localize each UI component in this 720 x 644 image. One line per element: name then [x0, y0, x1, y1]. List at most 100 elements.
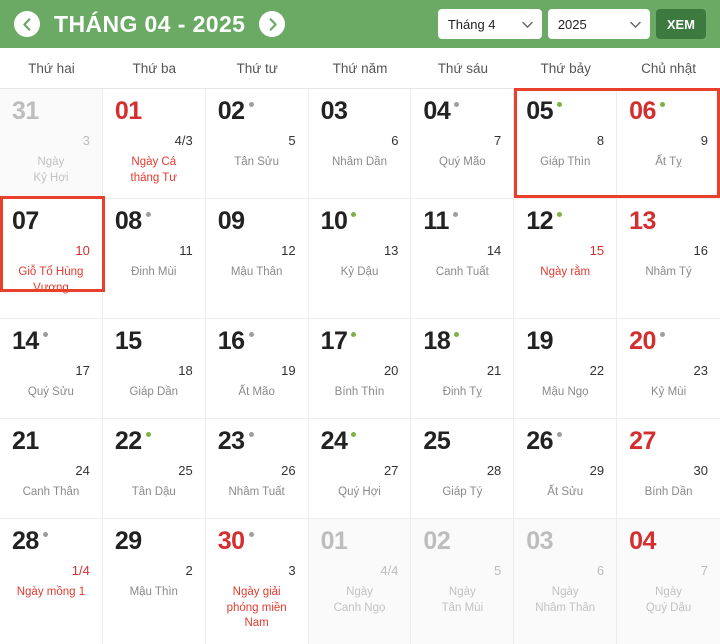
lunar-day-number: 22 — [589, 363, 605, 378]
lunar-day-number: 14 — [486, 243, 502, 258]
day-number-row: 27 — [629, 429, 708, 454]
calendar-day-cell[interactable]: 14 17 Quý Sửu — [0, 319, 103, 419]
day-note-text: Ngày Quý Dậu — [645, 586, 692, 614]
calendar-day-cell[interactable]: 21 24 Canh Thân — [0, 419, 103, 519]
day-number-row: 23 — [218, 429, 296, 454]
event-dot-icon — [660, 532, 665, 537]
calendar-controls: Tháng 4 2025 XEM — [437, 9, 706, 39]
solar-day-number: 28 — [12, 527, 39, 555]
calendar-day-cell[interactable]: 10 13 Kỷ Dậu — [308, 199, 412, 319]
solar-day-number: 18 — [423, 327, 451, 355]
day-number-row: 19 — [526, 329, 604, 354]
calendar-day-cell[interactable]: 04 7 Ngày Quý Dậu — [617, 519, 720, 644]
solar-day-number: 15 — [114, 327, 142, 355]
calendar-day-cell[interactable]: 05 8 Giáp Thìn — [514, 89, 618, 199]
weekday-header-1: Thứ ba — [132, 60, 177, 76]
day-note-text: Ngày Canh Ngọ — [333, 586, 386, 614]
calendar-day-cell[interactable]: 04 7 Quý Mão — [411, 89, 515, 199]
calendar-day-cell[interactable]: 02 5 Ngày Tân Mùi — [411, 519, 515, 644]
lunar-day-number: 6 — [391, 133, 399, 148]
calendar-day-cell[interactable]: 13 16 Nhâm Tý — [617, 199, 720, 319]
calendar-day-cell[interactable]: 06 9 Ất Tỵ — [617, 89, 720, 199]
calendar-day-cell[interactable]: 02 5 Tân Sửu — [205, 89, 309, 199]
lunar-day-number: 11 — [179, 243, 193, 258]
day-note-text: Ngày Nhâm Thân — [535, 586, 596, 614]
calendar-day-cell[interactable]: 01 4/4 Ngày Canh Ngọ — [308, 519, 412, 644]
day-note-text: Ất Tỵ — [655, 156, 682, 168]
event-dot-icon — [146, 102, 151, 107]
solar-day-number: 13 — [629, 207, 656, 235]
event-dot-icon — [351, 212, 357, 217]
weekday-header-4: Thứ sáu — [437, 60, 488, 76]
lunar-day-number: 5 — [288, 133, 296, 148]
day-note-text: Giáp Tý — [442, 486, 483, 498]
lunar-day-number: 7 — [700, 563, 708, 578]
event-dot-icon — [454, 432, 459, 437]
calendar-day-cell[interactable]: 01 4/3 Ngày Cá tháng Tư — [102, 89, 206, 199]
prev-month-button[interactable] — [14, 11, 40, 37]
calendar-day-cell[interactable]: 28 1/4 Ngày mồng 1 — [0, 519, 103, 644]
calendar-day-cell[interactable]: 24 27 Quý Hợi — [308, 419, 412, 519]
calendar-day-cell[interactable]: 03 6 Ngày Nhâm Thân — [514, 519, 618, 644]
day-number-row: 06 — [629, 99, 708, 124]
solar-day-number: 31 — [12, 97, 39, 125]
calendar-day-cell[interactable]: 11 14 Canh Tuất — [411, 199, 515, 319]
solar-day-number: 24 — [320, 427, 348, 455]
calendar-day-cell[interactable]: 26 29 Ất Sửu — [514, 419, 618, 519]
calendar-day-cell[interactable]: 17 20 Bính Thìn — [308, 319, 412, 419]
calendar-day-cell[interactable]: 30 3 Ngày giải phóng miền Nam — [205, 519, 309, 644]
month-select[interactable]: Tháng 4 — [437, 9, 542, 39]
day-note-text: Ngày Cá tháng Tư — [130, 156, 178, 184]
solar-day-number: 26 — [526, 427, 554, 455]
event-dot-icon — [454, 532, 459, 537]
calendar-day-cell[interactable]: 12 15 Ngày rằm — [514, 199, 618, 319]
day-number-row: 08 — [115, 209, 193, 234]
day-number-row: 07 — [12, 209, 90, 234]
solar-day-number: 25 — [423, 427, 451, 455]
calendar-day-cell[interactable]: 25 28 Giáp Tý — [411, 419, 515, 519]
chevron-right-icon — [269, 17, 277, 31]
day-note-text: Kỷ Mùi — [650, 386, 687, 398]
day-number-row: 28 — [12, 529, 90, 554]
day-number-row: 20 — [629, 329, 708, 354]
calendar-day-cell[interactable]: 03 6 Nhâm Dần — [308, 89, 412, 199]
event-dot-icon — [42, 332, 48, 337]
calendar-day-cell[interactable]: 22 25 Tân Dậu — [102, 419, 206, 519]
calendar-day-cell[interactable]: 23 26 Nhâm Tuất — [205, 419, 309, 519]
next-month-button[interactable] — [259, 11, 286, 37]
solar-day-number: 02 — [423, 527, 451, 555]
day-number-row: 31 — [12, 99, 90, 124]
lunar-day-number: 24 — [75, 463, 90, 478]
year-select[interactable]: 2025 — [547, 9, 650, 39]
lunar-day-number: 3 — [82, 133, 90, 148]
lunar-day-number: 12 — [281, 243, 296, 258]
lunar-day-number: 7 — [494, 133, 502, 148]
calendar-day-cell[interactable]: 29 2 Mậu Thìn — [102, 519, 206, 644]
calendar-day-cell[interactable]: 18 21 Đinh Tỵ — [411, 319, 515, 419]
day-number-row: 17 — [321, 329, 399, 354]
calendar-day-cell[interactable]: 19 22 Mậu Ngọ — [514, 319, 618, 419]
day-number-row: 09 — [218, 209, 296, 234]
solar-day-number: 14 — [12, 327, 39, 355]
event-dot-icon — [557, 432, 563, 437]
calendar-day-cell[interactable]: 20 23 Kỷ Mùi — [617, 319, 720, 419]
day-note-text: Ngày mồng 1 — [16, 586, 86, 598]
day-note-text: Ngày Tân Mùi — [441, 586, 484, 614]
calendar-day-cell[interactable]: 16 19 Ất Mão — [205, 319, 309, 419]
view-button[interactable]: XEM — [655, 9, 706, 39]
event-dot-icon — [452, 212, 458, 217]
day-note-text: Bính Dần — [644, 486, 693, 498]
calendar-day-cell[interactable]: 27 30 Bính Dần — [617, 419, 720, 519]
calendar-day-cell[interactable]: 31 3 Ngày Kỷ Hợi — [0, 89, 103, 199]
event-dot-icon — [145, 212, 151, 217]
solar-day-number: 03 — [526, 527, 554, 555]
lunar-day-number: 1/4 — [71, 563, 90, 578]
solar-day-number: 21 — [12, 427, 39, 455]
calendar-day-cell[interactable]: 08 11 Đinh Mùi — [102, 199, 206, 319]
calendar-day-cell[interactable]: 15 18 Giáp Dần — [102, 319, 206, 419]
event-dot-icon — [43, 432, 48, 437]
calendar-day-cell[interactable]: 09 12 Mậu Thân — [205, 199, 309, 319]
event-dot-icon — [557, 212, 563, 217]
calendar-day-cell[interactable]: 07 10 Giỗ Tổ Hùng Vương — [0, 199, 103, 319]
lunar-day-number: 19 — [281, 363, 296, 378]
